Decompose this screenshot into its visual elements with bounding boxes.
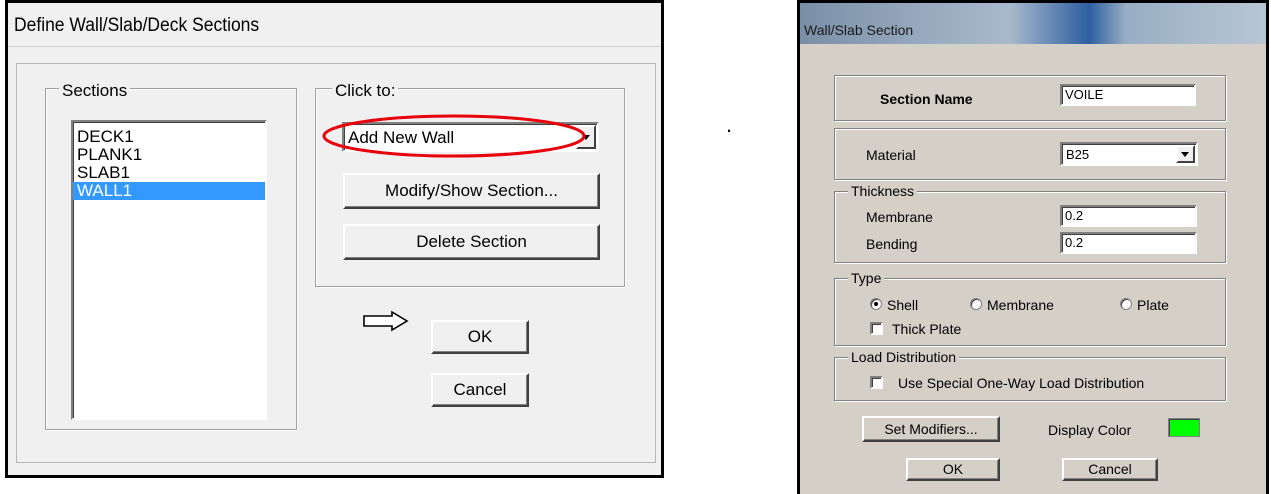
section-name-value: VOILE	[1065, 87, 1104, 102]
radio-membrane-indicator[interactable]	[970, 298, 982, 310]
sections-group-label: Sections	[59, 81, 131, 101]
separator-dot: .	[726, 112, 733, 137]
thickness-label: Thickness	[848, 183, 918, 199]
type-label: Type	[848, 270, 885, 286]
sections-list-item[interactable]: DECK1	[73, 128, 265, 146]
material-select[interactable]: B25	[1060, 142, 1198, 166]
material-value: B25	[1066, 147, 1090, 162]
display-color-swatch[interactable]	[1168, 418, 1200, 437]
sections-list-item[interactable]: PLANK1	[73, 146, 265, 164]
material-dropdown-button[interactable]	[1176, 145, 1195, 163]
bending-label: Bending	[866, 236, 918, 252]
annotation-ellipse	[322, 114, 586, 158]
bending-thickness-value: 0.2	[1065, 235, 1084, 250]
dialog-title-bar: Define Wall/Slab/Deck Sections	[8, 3, 661, 47]
special-load-check-box[interactable]	[870, 376, 883, 389]
dialog-title: Wall/Slab Section	[804, 22, 914, 38]
ok-button[interactable]: OK	[906, 458, 1000, 481]
radio-shell-indicator[interactable]	[870, 298, 882, 310]
ok-button[interactable]: OK	[431, 320, 529, 354]
set-modifiers-button[interactable]: Set Modifiers...	[862, 416, 1000, 442]
special-load-label: Use Special One-Way Load Distribution	[898, 375, 1145, 391]
thick-plate-label: Thick Plate	[892, 321, 962, 337]
define-sections-dialog: Define Wall/Slab/Deck Sections Sections …	[5, 0, 664, 478]
sections-list-item[interactable]: SLAB1	[73, 164, 265, 182]
load-distribution-label: Load Distribution	[848, 349, 960, 365]
membrane-label: Membrane	[866, 209, 933, 225]
sections-list-item[interactable]: WALL1	[73, 182, 265, 200]
radio-plate-label: Plate	[1137, 297, 1169, 313]
membrane-thickness-value: 0.2	[1065, 208, 1084, 223]
material-label: Material	[866, 147, 916, 163]
display-color-label: Display Color	[1048, 422, 1132, 438]
section-name-input[interactable]: VOILE	[1060, 84, 1196, 106]
dialog-title: Define Wall/Slab/Deck Sections	[14, 15, 260, 36]
right-arrow-icon	[363, 310, 409, 332]
radio-shell-label: Shell	[887, 297, 919, 313]
radio-membrane-label: Membrane	[987, 297, 1054, 313]
cancel-button[interactable]: Cancel	[1062, 458, 1158, 481]
delete-section-button[interactable]: Delete Section	[343, 224, 600, 260]
modify-show-section-button[interactable]: Modify/Show Section...	[343, 173, 600, 209]
bending-thickness-input[interactable]: 0.2	[1060, 232, 1197, 254]
section-name-label: Section Name	[880, 91, 973, 107]
radio-selected-dot	[874, 302, 878, 306]
thick-plate-check-box[interactable]	[870, 322, 883, 335]
wall-slab-section-dialog: Wall/Slab Section Section Name VOILE Mat…	[797, 0, 1269, 494]
chevron-down-icon	[1181, 152, 1189, 157]
membrane-thickness-input[interactable]: 0.2	[1060, 205, 1197, 227]
cancel-button[interactable]: Cancel	[431, 373, 529, 407]
sections-list[interactable]: DECK1 PLANK1 SLAB1 WALL1	[71, 120, 267, 420]
radio-plate-indicator[interactable]	[1120, 298, 1132, 310]
click-to-label: Click to:	[332, 81, 399, 101]
